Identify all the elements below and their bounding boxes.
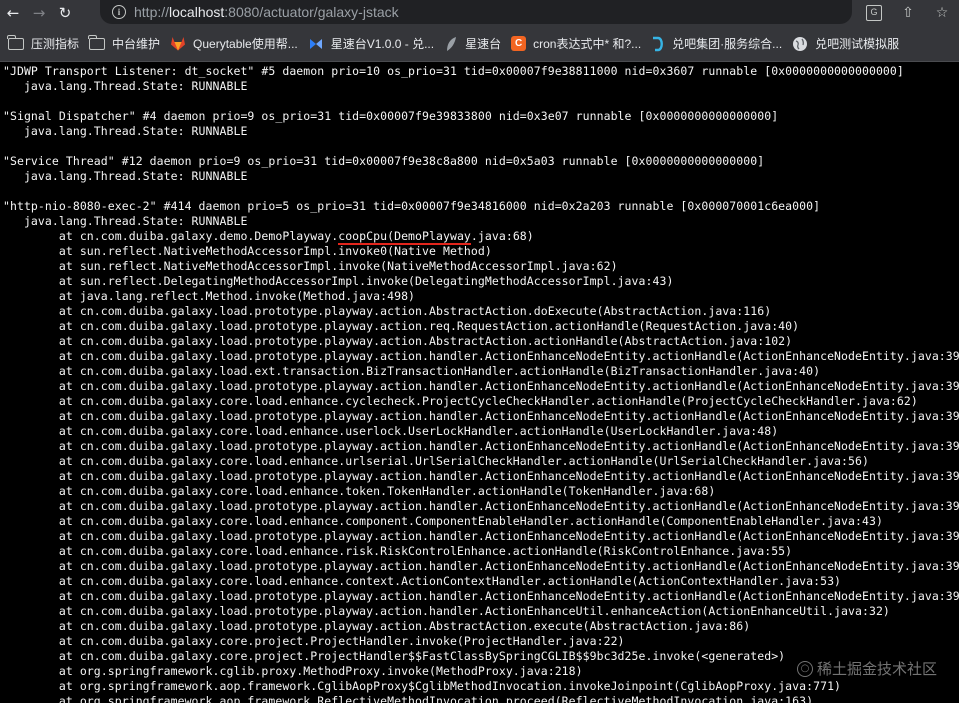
translate-icon[interactable]: G (857, 0, 891, 26)
stack-frame-line: at sun.reflect.NativeMethodAccessorImpl.… (3, 244, 492, 258)
forward-arrow-icon[interactable]: → (26, 0, 52, 26)
d-icon (651, 36, 665, 52)
site-info-icon[interactable]: i (112, 5, 126, 19)
c-icon: C (511, 36, 527, 51)
bookmark-label: Querytable使用帮... (193, 37, 298, 51)
bookmarks-bar: 压测指标 中台维护 Querytable使用帮... 星速台V1.0.0 - 兑… (0, 26, 959, 62)
bookmark-item[interactable]: 兑吧集团·服务综合... (649, 31, 790, 57)
stack-frame-line: at cn.com.duiba.galaxy.core.load.enhance… (3, 394, 918, 408)
stack-frame-line: at cn.com.duiba.galaxy.load.prototype.pl… (3, 379, 959, 393)
bookmark-label: 星速台 (465, 37, 502, 51)
share-icon[interactable]: ⇧ (891, 0, 925, 26)
leaf-icon (444, 36, 458, 52)
stack-frame-line: at cn.com.duiba.galaxy.core.load.enhance… (3, 424, 779, 438)
url-host: localhost (169, 4, 225, 20)
dump-line (3, 184, 959, 199)
bookmark-item[interactable]: 兑吧测试模拟服 (790, 31, 907, 57)
stack-frame-line: at cn.com.duiba.galaxy.core.load.enhance… (3, 454, 869, 468)
stack-frame-line: at cn.com.duiba.galaxy.load.prototype.pl… (3, 529, 959, 543)
bookmark-label: 兑吧测试模拟服 (815, 37, 900, 51)
bookmark-label: 压测指标 (31, 37, 80, 51)
watermark: ○ 稀土掘金技术社区 (796, 658, 937, 679)
stack-frame-line: at sun.reflect.NativeMethodAccessorImpl.… (3, 259, 618, 273)
watermark-logo-icon: ○ (796, 660, 813, 677)
bookmark-label: cron表达式中* 和?... (533, 37, 642, 51)
thread-dump: "JDWP Transport Listener: dt_socket" #5 … (0, 62, 959, 703)
dump-line: "Signal Dispatcher" #4 daemon prio=9 os_… (3, 109, 779, 123)
stack-frame-line: at org.springframework.aop.framework.Ref… (3, 694, 814, 703)
stack-frame-line: at cn.com.duiba.galaxy.core.project.Proj… (3, 634, 625, 648)
bookmark-item[interactable]: 星速台 (442, 31, 509, 57)
globe-icon (792, 36, 808, 52)
address-bar[interactable]: i http://localhost:8080/actuator/galaxy-… (100, 0, 852, 24)
highlight-prefix: at cn.com.duiba.galaxy.demo.DemoPlayway. (3, 229, 339, 243)
dump-line: java.lang.Thread.State: RUNNABLE (3, 124, 248, 138)
dump-line: java.lang.Thread.State: RUNNABLE (3, 169, 248, 183)
stack-frame-line: at cn.com.duiba.galaxy.core.load.enhance… (3, 574, 842, 588)
highlighted-method: coopCpu(DemoPlayway (338, 229, 471, 243)
gitlab-icon (170, 36, 186, 51)
browser-toolbar: ← → ↻ i http://localhost:8080/actuator/g… (0, 0, 959, 26)
dump-line (3, 139, 959, 154)
bookmark-label: 兑吧集团·服务综合... (672, 37, 783, 51)
dump-line (3, 94, 959, 109)
stack-frame-line: at cn.com.duiba.galaxy.load.prototype.pl… (3, 304, 772, 318)
stack-frame-line: at java.lang.reflect.Method.invoke(Metho… (3, 289, 416, 303)
stack-frame-line: at cn.com.duiba.galaxy.load.prototype.pl… (3, 499, 959, 513)
bookmark-item[interactable]: 中台维护 (87, 31, 168, 57)
dump-line: "Service Thread" #12 daemon prio=9 os_pr… (3, 154, 765, 168)
bookmark-item[interactable]: Querytable使用帮... (168, 31, 306, 57)
url-path: :8080/actuator/galaxy-jstack (224, 4, 399, 20)
stack-frame-line: at cn.com.duiba.galaxy.core.load.enhance… (3, 544, 793, 558)
dump-line: java.lang.Thread.State: RUNNABLE (3, 214, 248, 228)
stack-frame-line: at cn.com.duiba.galaxy.load.prototype.pl… (3, 334, 793, 348)
stack-frame-line: at cn.com.duiba.galaxy.load.prototype.pl… (3, 319, 800, 333)
watermark-text: 稀土掘金技术社区 (816, 660, 937, 678)
app-icon (308, 36, 324, 52)
stack-frame-line: at cn.com.duiba.galaxy.load.prototype.pl… (3, 349, 959, 363)
stack-frame-line: at cn.com.duiba.galaxy.load.prototype.pl… (3, 619, 751, 633)
url-scheme: http:// (134, 4, 170, 20)
page-content: "JDWP Transport Listener: dt_socket" #5 … (0, 62, 959, 703)
stack-frames: at sun.reflect.NativeMethodAccessorImpl.… (3, 244, 959, 703)
stack-frame-line: at cn.com.duiba.galaxy.load.prototype.pl… (3, 409, 959, 423)
reload-icon[interactable]: ↻ (52, 0, 78, 26)
dump-line: "JDWP Transport Listener: dt_socket" #5 … (3, 64, 904, 78)
dump-line: java.lang.Thread.State: RUNNABLE (3, 79, 248, 93)
bookmark-label: 中台维护 (112, 37, 161, 51)
back-arrow-icon[interactable]: ← (0, 0, 26, 26)
toolbar-right-icons: G ⇧ ☆ (857, 0, 959, 26)
highlight-suffix: .java:68) (470, 229, 534, 243)
stack-frame-line: at cn.com.duiba.galaxy.load.prototype.pl… (3, 589, 959, 603)
dump-line: "http-nio-8080-exec-2" #414 daemon prio=… (3, 199, 821, 213)
folder-icon (88, 34, 106, 50)
stack-frame-line: at cn.com.duiba.galaxy.core.load.enhance… (3, 484, 716, 498)
highlighted-stack-line: at cn.com.duiba.galaxy.demo.DemoPlayway.… (3, 229, 959, 244)
bookmark-item[interactable]: C cron表达式中* 和?... (509, 31, 649, 57)
bookmark-item[interactable]: 压测指标 (6, 31, 87, 57)
stack-frame-line: at cn.com.duiba.galaxy.core.load.enhance… (3, 514, 883, 528)
bookmark-label: 星速台V1.0.0 - 兑... (330, 37, 435, 51)
stack-frame-line: at cn.com.duiba.galaxy.load.prototype.pl… (3, 439, 959, 453)
stack-frame-line: at sun.reflect.DelegatingMethodAccessorI… (3, 274, 674, 288)
stack-frame-line: at cn.com.duiba.galaxy.load.prototype.pl… (3, 604, 890, 618)
stack-frame-line: at cn.com.duiba.galaxy.load.prototype.pl… (3, 559, 959, 573)
bookmark-item[interactable]: 星速台V1.0.0 - 兑... (306, 31, 442, 57)
folder-icon (7, 34, 24, 50)
stack-frame-line: at cn.com.duiba.galaxy.load.prototype.pl… (3, 469, 959, 483)
bookmark-star-icon[interactable]: ☆ (925, 0, 959, 26)
stack-frame-line: at cn.com.duiba.galaxy.load.ext.transact… (3, 364, 821, 378)
stack-frame-line: at org.springframework.aop.framework.Cgl… (3, 679, 842, 693)
